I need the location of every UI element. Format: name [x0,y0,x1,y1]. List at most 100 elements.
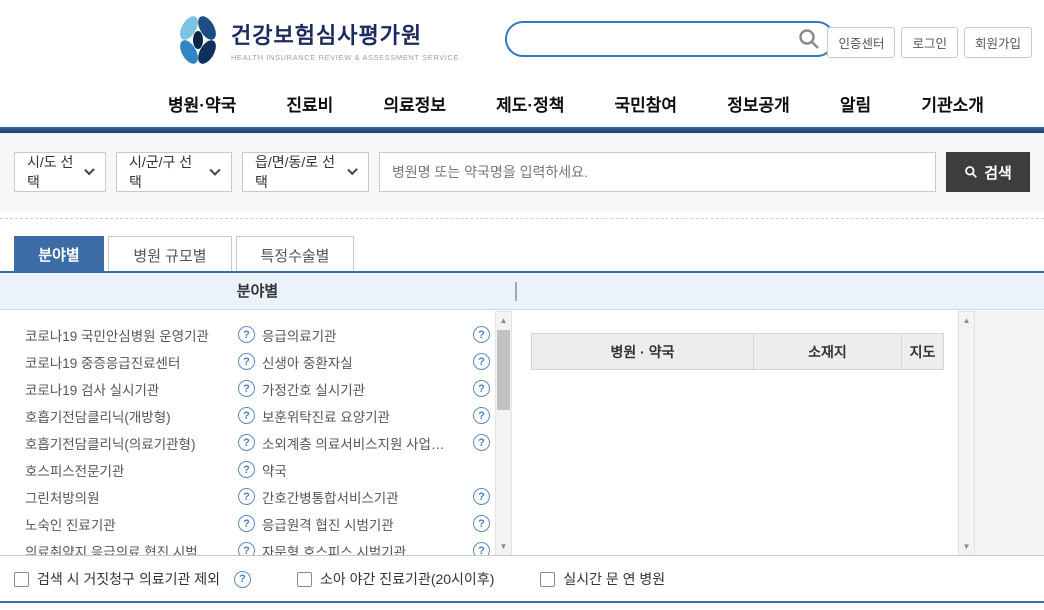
panel-divider [515,282,517,301]
panel-header: 분야별 [0,273,1044,310]
checkbox[interactable] [540,572,555,587]
list-item[interactable]: 호흡기전담클리닉(의료기관형) [25,429,255,456]
list-item[interactable]: 호흡기전담클리닉(개방형) [25,402,255,429]
footer-options: 검색 시 거짓청구 의료기관 제외 소아 야간 진료기관(20시이후) 실시간 … [0,557,1044,601]
global-search-input[interactable] [507,31,797,47]
signup-button[interactable]: 회원가입 [964,27,1032,58]
column-header-location: 소재지 [754,334,902,370]
option-open-now-hospital[interactable]: 실시간 문 연 병원 [540,569,665,589]
logo[interactable]: 건강보험심사평가원 HEALTH INSURANCE REVIEW & ASSE… [175,14,459,66]
content-filler [975,311,1044,556]
dong-select[interactable]: 읍/면/동/로 선택 [242,152,369,192]
list-item[interactable]: 호스피스전문기관 [25,456,255,483]
category-column-1: 코로나19 국민안심병원 운영기관 코로나19 중증응급진료센터 코로나19 검… [25,321,255,556]
help-icon[interactable] [473,407,490,424]
checkbox[interactable] [14,572,29,587]
search-filter-bar: 시/도 선택 시/군/구 선택 읍/면/동/로 선택 검색 [0,133,1044,211]
list-item[interactable]: 보훈위탁진료 요양기관 [262,402,490,429]
main-nav: 병원·약국 진료비 의료정보 제도·정책 국민참여 정보공개 알림 기관소개 [0,80,1044,127]
list-item[interactable]: 응급의료기관 [262,321,490,348]
global-search [505,21,835,57]
list-item[interactable]: 소외계층 의료서비스지원 사업… [262,429,490,456]
logo-text: 건강보험심사평가원 HEALTH INSURANCE REVIEW & ASSE… [231,18,459,62]
list-item[interactable]: 코로나19 검사 실시기관 [25,375,255,402]
scrollbar-thumb[interactable] [497,330,510,410]
nav-item-medical-fee[interactable]: 진료비 [286,91,333,116]
nav-item-policy[interactable]: 제도·정책 [496,91,564,116]
help-icon[interactable] [238,542,255,556]
nav-item-disclosure[interactable]: 정보공개 [727,91,790,116]
help-icon[interactable] [238,461,255,478]
search-icon[interactable] [797,27,821,51]
header: 건강보험심사평가원 HEALTH INSURANCE REVIEW & ASSE… [0,0,1044,80]
list-item[interactable]: 간호간병통합서비스기관 [262,483,490,510]
help-icon[interactable] [234,571,251,588]
scroll-up-icon[interactable]: ▲ [496,313,511,328]
scroll-down-icon[interactable]: ▼ [496,539,511,554]
list-item[interactable]: 그린처방의원 [25,483,255,510]
nav-item-medical-info[interactable]: 의료정보 [383,91,446,116]
chevron-down-icon [210,164,221,175]
tab-by-hospital-size[interactable]: 병원 규모별 [108,236,232,273]
checkbox[interactable] [297,572,312,587]
list-item[interactable]: 자문형 호스피스 시범기관 [262,537,490,556]
chevron-down-icon [347,165,358,176]
panel-title: 분야별 [0,273,515,310]
list-item[interactable]: 노숙인 진료기관 [25,510,255,537]
help-icon[interactable] [238,515,255,532]
help-icon[interactable] [473,380,490,397]
results-pane: 병원 · 약국 소재지 지도 [513,311,958,556]
dashed-separator [0,218,1044,219]
list-item[interactable]: 응급원격 협진 시범기관 [262,510,490,537]
option-exclude-false-claims[interactable]: 검색 시 거짓청구 의료기관 제외 [14,569,251,589]
help-icon[interactable] [238,434,255,451]
logo-subtitle: HEALTH INSURANCE REVIEW & ASSESSMENT SER… [231,53,459,62]
footer-accent-line [0,601,1044,603]
chevron-down-icon [84,165,95,176]
category-list-scrollbar[interactable]: ▲ ▼ [495,311,512,556]
sigungu-select[interactable]: 시/군/구 선택 [116,152,232,192]
list-item[interactable]: 코로나19 중증응급진료센터 [25,348,255,375]
option-pediatric-night-clinic[interactable]: 소아 야간 진료기관(20시이후) [297,569,494,589]
help-icon[interactable] [238,326,255,343]
results-scrollbar[interactable]: ▲ ▼ [958,311,975,556]
help-icon[interactable] [238,407,255,424]
list-item[interactable]: 가정간호 실시기관 [262,375,490,402]
login-button[interactable]: 로그인 [901,27,958,58]
page: 건강보험심사평가원 HEALTH INSURANCE REVIEW & ASSE… [0,0,1044,610]
tab-by-field[interactable]: 분야별 [14,236,104,273]
list-item[interactable]: 신생아 중환자실 [262,348,490,375]
help-icon[interactable] [238,488,255,505]
sido-select[interactable]: 시/도 선택 [14,152,106,192]
list-item[interactable]: 의료취약지 응급의료 협진 시범 [25,537,255,556]
help-icon[interactable] [473,353,490,370]
column-header-hospital: 병원 · 약국 [532,334,754,370]
help-icon[interactable] [238,380,255,397]
category-column-2: 응급의료기관 신생아 중환자실 가정간호 실시기관 보훈위탁진료 요양기관 소외… [262,321,490,556]
utility-buttons: 인증센터 로그인 회원가입 [827,27,1032,58]
nav-item-about[interactable]: 기관소개 [921,91,984,116]
help-icon[interactable] [473,326,490,343]
keyword-input[interactable] [379,152,936,192]
scroll-down-icon[interactable]: ▼ [959,539,974,554]
nav-item-hospital-pharmacy[interactable]: 병원·약국 [168,91,236,116]
category-list-pane: 코로나19 국민안심병원 운영기관 코로나19 중증응급진료센터 코로나19 검… [0,311,495,556]
search-button[interactable]: 검색 [946,152,1030,192]
search-icon [964,165,978,179]
list-item[interactable]: 코로나19 국민안심병원 운영기관 [25,321,255,348]
help-icon[interactable] [473,434,490,451]
help-icon[interactable] [473,515,490,532]
help-icon[interactable] [473,488,490,505]
scroll-up-icon[interactable]: ▲ [959,313,974,328]
list-item[interactable]: 약국 [262,456,490,483]
help-icon[interactable] [473,542,490,556]
cert-center-button[interactable]: 인증센터 [827,27,895,58]
logo-title: 건강보험심사평가원 [231,18,459,50]
help-icon[interactable] [238,353,255,370]
nav-item-notice[interactable]: 알림 [840,91,871,116]
content-area: 코로나19 국민안심병원 운영기관 코로나19 중증응급진료센터 코로나19 검… [0,311,1044,556]
tab-by-surgery[interactable]: 특정수술별 [236,236,354,273]
nav-item-participation[interactable]: 국민참여 [615,91,678,116]
results-table: 병원 · 약국 소재지 지도 [531,333,944,370]
column-header-map: 지도 [902,334,944,370]
